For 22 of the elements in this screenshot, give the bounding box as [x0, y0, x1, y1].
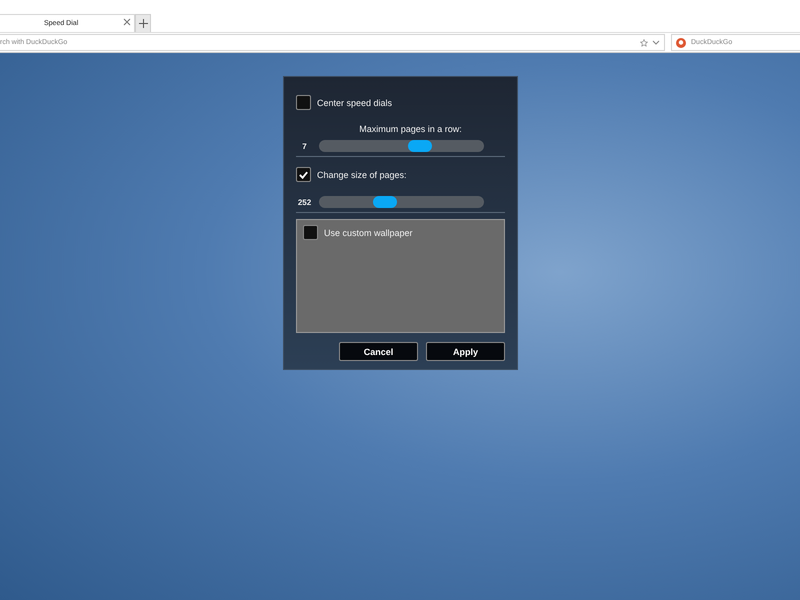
slider-value: 252	[296, 198, 312, 206]
chevron-down-icon[interactable]	[652, 40, 660, 46]
star-icon[interactable]	[640, 38, 648, 46]
checkbox[interactable]	[296, 167, 311, 182]
close-icon[interactable]	[123, 18, 131, 26]
check-icon	[298, 169, 309, 180]
slider-value: 7	[301, 142, 308, 150]
checkbox[interactable]	[303, 225, 318, 240]
dialog-button[interactable]: Cancel	[339, 342, 418, 361]
duck-logo-icon	[676, 38, 686, 48]
plus-icon	[138, 19, 148, 28]
slider-track[interactable]	[319, 196, 484, 208]
slider-track[interactable]	[319, 140, 484, 152]
slider-thumb[interactable]	[408, 140, 432, 152]
checkbox-label: Center speed dials	[317, 98, 392, 108]
slider-thumb[interactable]	[372, 196, 397, 208]
checkbox-label: Change size of pages:	[317, 170, 407, 180]
checkbox-label: Use custom wallpaper	[324, 228, 413, 238]
new-tab-button[interactable]	[135, 14, 151, 32]
slider-label: Maximum pages in a row:	[359, 124, 462, 134]
dialog-button[interactable]: Apply	[426, 342, 505, 361]
checkbox[interactable]	[296, 95, 311, 110]
